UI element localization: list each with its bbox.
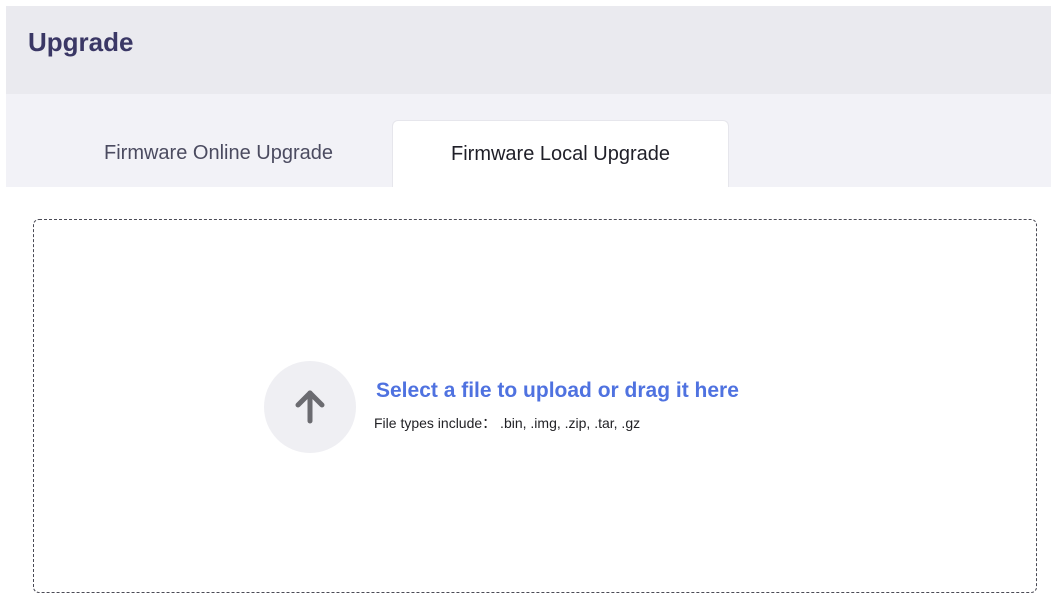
tab-firmware-local-upgrade[interactable]: Firmware Local Upgrade [392,120,729,187]
upload-prompt-link[interactable]: Select a file to upload or drag it here [376,378,739,404]
upload-button[interactable] [264,361,356,453]
arrow-up-icon [295,390,325,424]
tab-label: Firmware Local Upgrade [451,142,670,165]
file-upload-dropzone[interactable]: Select a file to upload or drag it here … [33,219,1037,593]
upgrade-page: Upgrade Firmware Online Upgrade Firmware… [0,0,1051,594]
file-types-hint: File types include： .bin, .img, .zip, .t… [374,415,641,431]
tab-label: Firmware Online Upgrade [104,142,333,164]
page-header: Upgrade [6,6,1051,94]
tab-firmware-online-upgrade[interactable]: Firmware Online Upgrade [46,120,391,187]
page-title: Upgrade [28,27,134,57]
tab-bar: Firmware Online Upgrade Firmware Local U… [6,94,1051,187]
